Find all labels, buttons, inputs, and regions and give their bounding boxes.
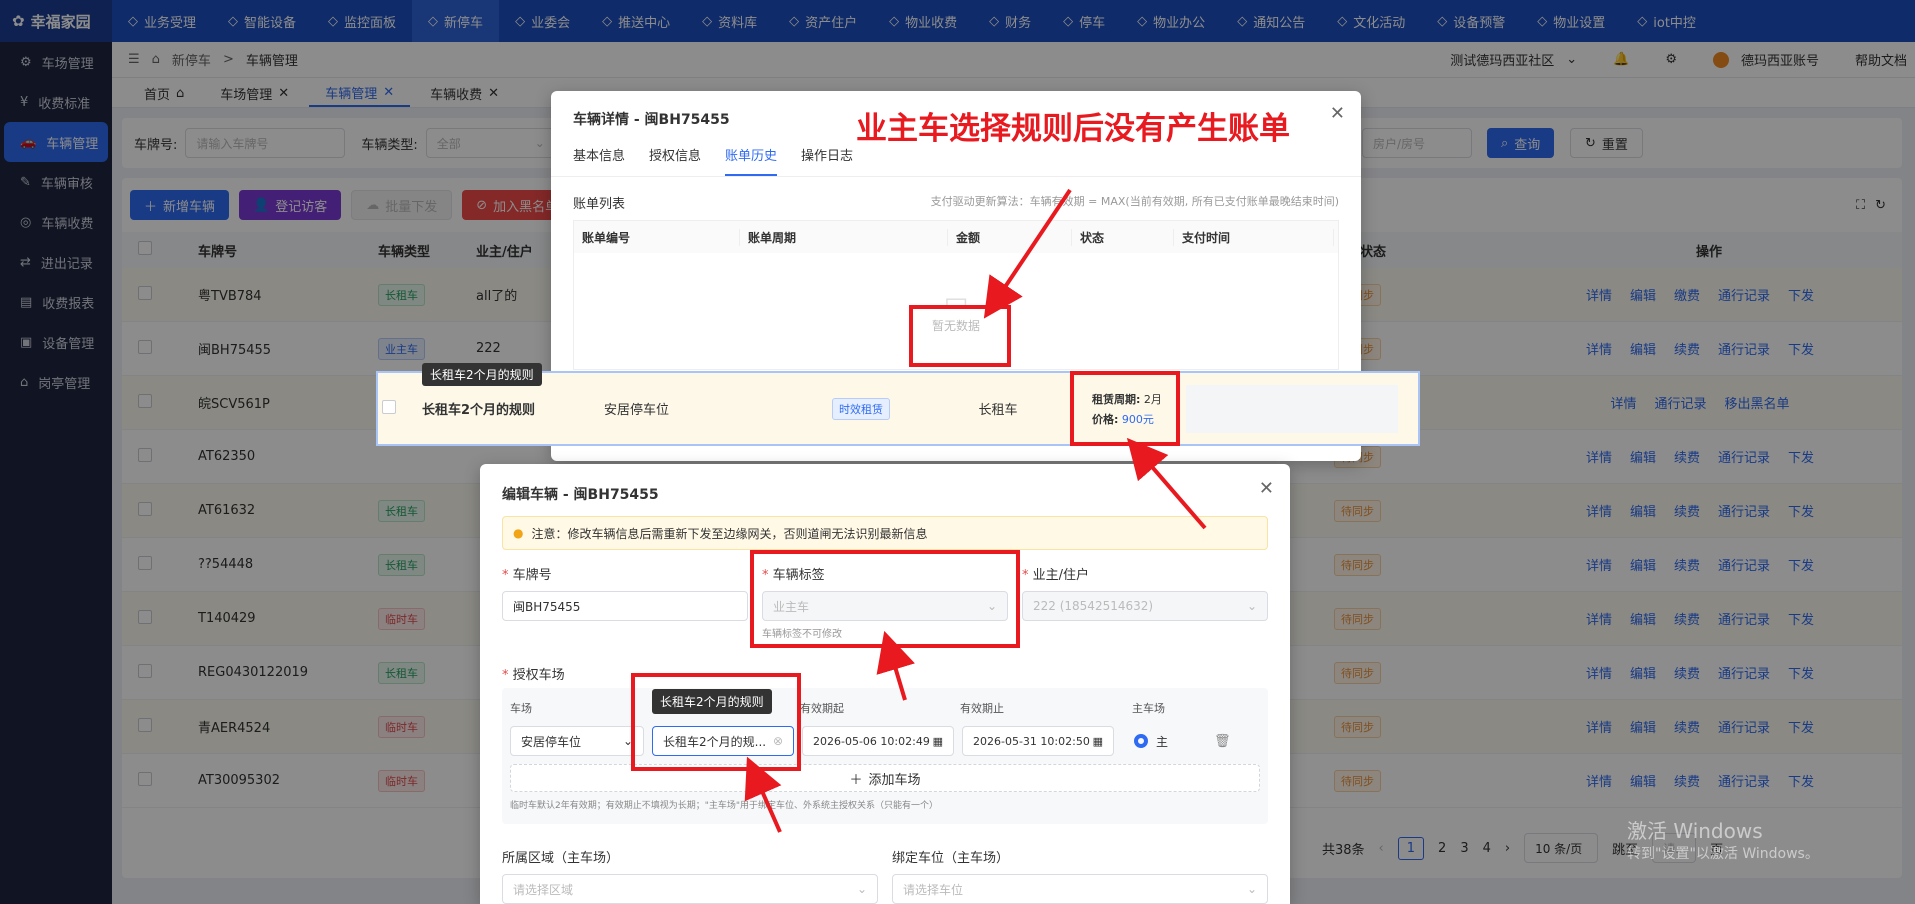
annotation-arrows [744,188,1207,833]
arrow-to-empty [983,188,1072,319]
arrow-to-tag [876,630,915,701]
windows-watermark-text: 转到"设置"以激活 Windows。 [1627,846,1819,862]
windows-watermark-title: 激活 Windows [1627,819,1763,843]
arrow-to-rule [744,756,782,833]
arrow-to-price [1126,437,1207,530]
